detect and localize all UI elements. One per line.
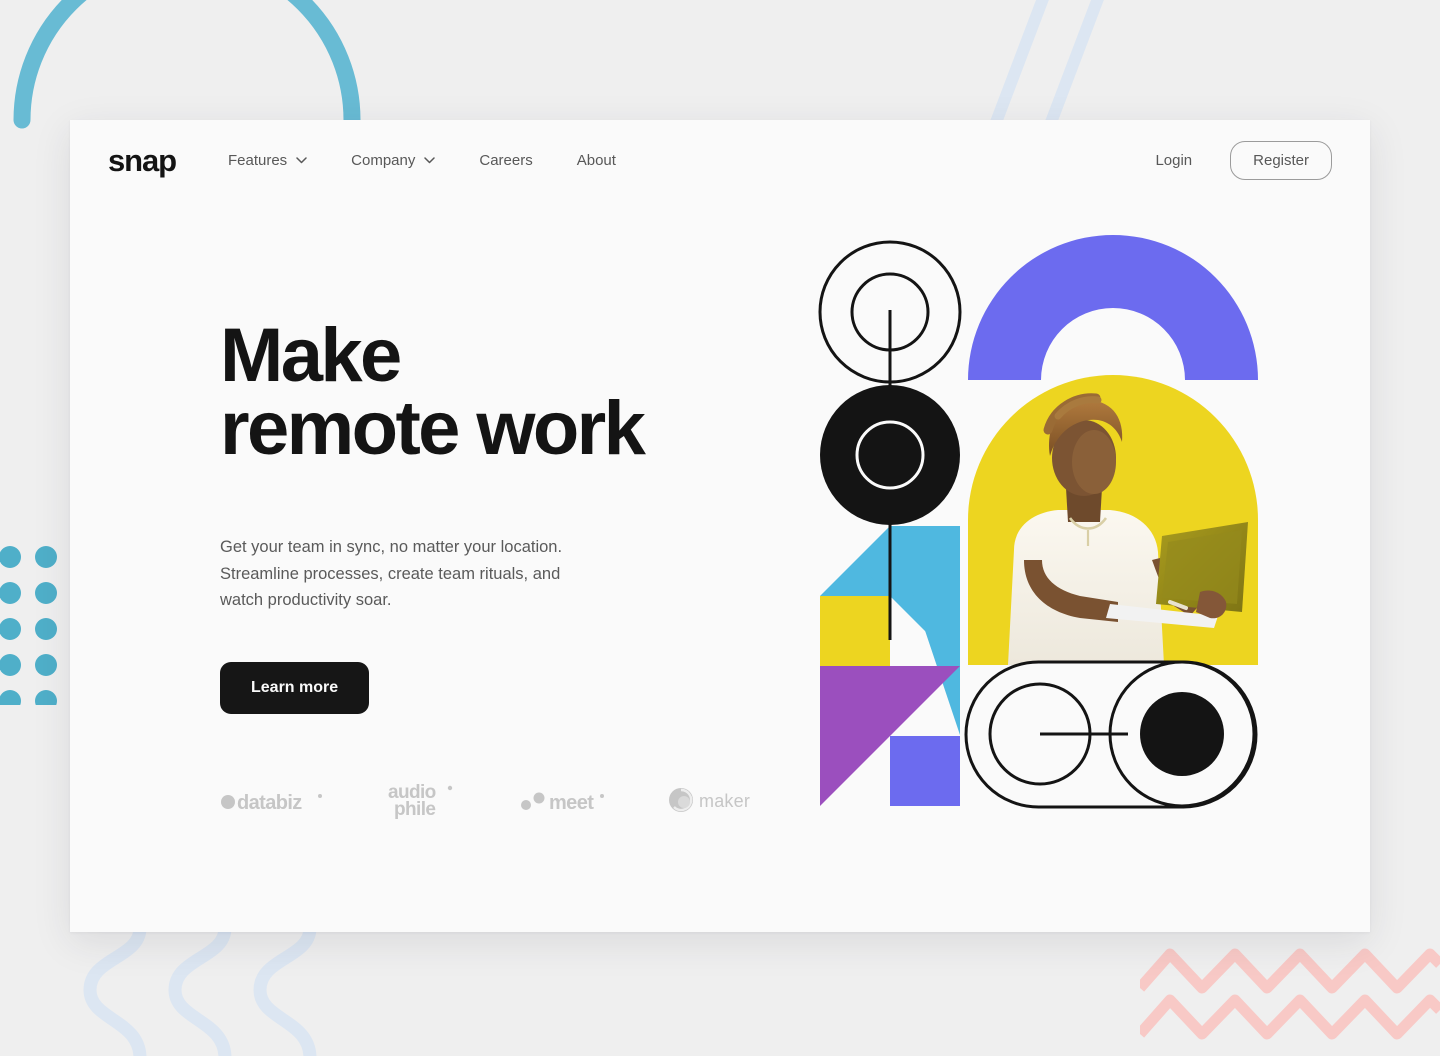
stripes-topright-decoration	[989, 0, 1104, 125]
nav-label-about: About	[576, 151, 616, 169]
page-title: Make remote work	[220, 313, 646, 471]
client-logos: databiz audio phile meet maker	[220, 780, 762, 820]
outline-pill-toggle	[964, 660, 1258, 809]
learn-more-button[interactable]: Learn more	[220, 662, 370, 715]
black-donut	[820, 385, 960, 525]
hero-content: Make remote work Get your team in sync, …	[220, 313, 740, 715]
zigzag-bottomright-decoration	[1140, 948, 1440, 1040]
nav-item-careers[interactable]: Careers	[479, 152, 532, 169]
client-logo-audiophile: audio phile	[388, 782, 453, 820]
periwinkle-arch-shape	[968, 235, 1258, 380]
svg-text:phile: phile	[394, 799, 435, 820]
chevron-down-icon	[424, 156, 436, 163]
dot-mark-icon	[221, 795, 235, 809]
two-dots-icon	[521, 792, 545, 810]
login-link[interactable]: Login	[1155, 152, 1192, 169]
register-button[interactable]: Register	[1230, 140, 1332, 180]
nav-label-company: Company	[351, 151, 416, 169]
chevron-down-icon	[296, 156, 307, 163]
svg-text:maker: maker	[699, 791, 750, 811]
yellow-square	[820, 596, 890, 666]
dots-left-decoration	[0, 546, 57, 705]
client-logo-meet: meet	[521, 792, 604, 813]
svg-text:databiz: databiz	[237, 792, 302, 813]
client-logo-maker: maker	[669, 788, 750, 812]
main-navigation: Features Company Careers About	[228, 152, 616, 169]
nav-label-careers: Careers	[479, 151, 533, 169]
nav-item-features[interactable]: Features	[228, 152, 307, 169]
nav-label-features: Features	[227, 151, 288, 169]
waves-bottomleft-decoration	[83, 928, 317, 1056]
hero-illustration	[818, 235, 1258, 809]
periwinkle-square	[890, 736, 960, 806]
header-actions: Login Register	[1155, 140, 1332, 180]
client-logo-databiz: databiz	[221, 792, 322, 813]
arc-topleft-decoration	[13, 0, 361, 129]
hero-description: Get your team in sync, no matter your lo…	[220, 537, 563, 610]
nav-item-company[interactable]: Company	[351, 151, 436, 169]
svg-text:meet: meet	[549, 792, 594, 813]
landing-page-card: snap Features Company Careers About Logi…	[70, 120, 1370, 932]
circle-swirl-icon	[669, 788, 693, 812]
site-header: snap Features Company Careers About Logi…	[70, 120, 1370, 200]
yellow-arch-photo	[968, 375, 1258, 665]
nav-item-about[interactable]: About	[577, 152, 616, 169]
brand-logo[interactable]: snap	[108, 145, 177, 176]
